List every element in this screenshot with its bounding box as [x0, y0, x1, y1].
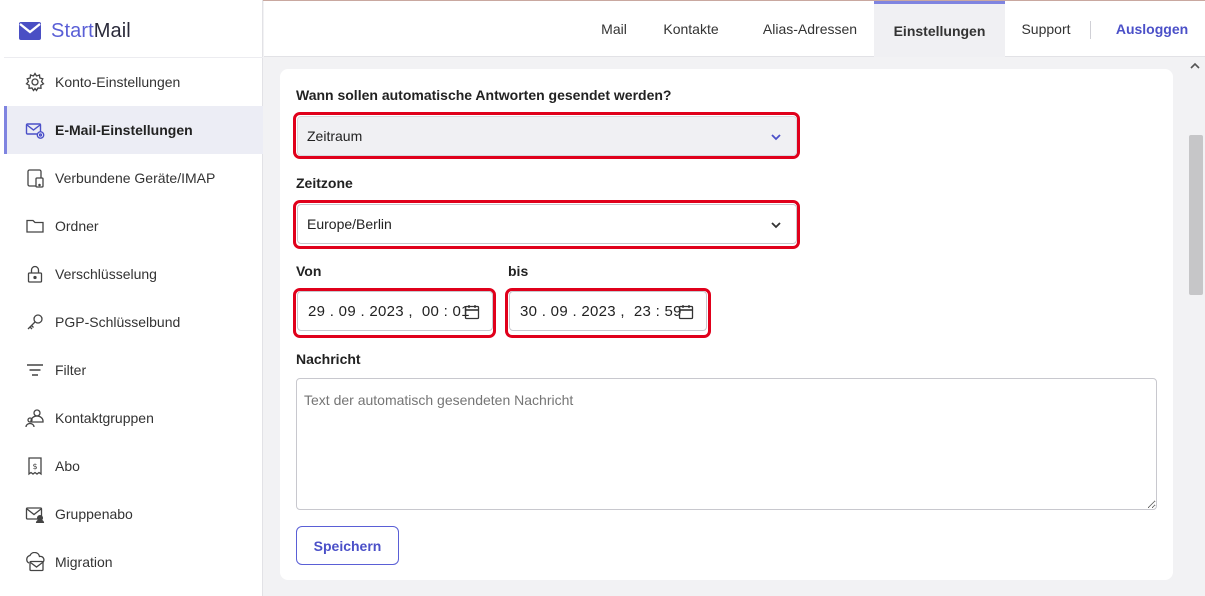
sidebar-item-label: Verschlüsselung — [55, 266, 157, 282]
when-select[interactable]: Zeitraum — [297, 116, 797, 156]
sidebar-item-verschluesselung[interactable]: Verschlüsselung — [4, 250, 263, 298]
sidebar-item-ordner[interactable]: Ordner — [4, 202, 263, 250]
startmail-logo[interactable]: StartMail — [19, 18, 131, 44]
logout-button[interactable]: Ausloggen — [1108, 1, 1196, 57]
tab-label: Support — [1021, 21, 1071, 37]
chevron-down-icon — [771, 222, 781, 229]
logout-label: Ausloggen — [1115, 21, 1189, 37]
filter-icon — [24, 359, 46, 381]
from-datetime-input[interactable]: 29 . 09 . 2023 , 00 : 01 — [297, 291, 493, 331]
svg-text:$: $ — [32, 462, 37, 471]
mail-settings-icon — [24, 119, 46, 141]
envelope-logo-icon — [19, 22, 41, 40]
tab-support[interactable]: Support — [1010, 1, 1082, 57]
sidebar-item-email-einstellungen[interactable]: E-Mail-Einstellungen — [4, 106, 263, 154]
settings-nav: Konto-Einstellungen E-Mail-Einstellungen… — [4, 58, 263, 586]
chevron-up-icon[interactable] — [1189, 61, 1201, 71]
tab-label: Alias-Adressen — [762, 21, 858, 37]
to-datetime-value: 30 . 09 . 2023 , 23 : 59 — [520, 302, 682, 320]
lock-icon — [24, 263, 46, 285]
sidebar-item-label: E-Mail-Einstellungen — [55, 122, 193, 138]
when-label: Wann sollen automatische Antworten gesen… — [296, 87, 672, 103]
folder-icon — [24, 215, 46, 237]
sidebar-item-label: Konto-Einstellungen — [55, 74, 181, 90]
sidebar-item-migration[interactable]: Migration — [4, 538, 263, 586]
save-button-label: Speichern — [313, 537, 382, 554]
tab-alias-adressen[interactable]: Alias-Adressen — [744, 1, 876, 57]
sidebar-item-filter[interactable]: Filter — [4, 346, 263, 394]
sidebar-item-label: PGP-Schlüsselbund — [55, 314, 181, 330]
from-datetime-value: 29 . 09 . 2023 , 00 : 01 — [308, 302, 470, 320]
timezone-select-value: Europe/Berlin — [307, 216, 392, 232]
contact-groups-icon — [24, 407, 46, 429]
calendar-icon[interactable] — [464, 304, 480, 320]
tab-divider — [1090, 21, 1091, 39]
key-icon — [24, 311, 46, 333]
scrollbar-thumb[interactable] — [1189, 135, 1203, 295]
to-label: bis — [508, 263, 529, 279]
tab-einstellungen[interactable]: Einstellungen — [874, 1, 1005, 57]
sidebar-item-label: Gruppenabo — [55, 506, 133, 522]
gear-icon — [24, 71, 46, 93]
devices-icon — [24, 167, 46, 189]
message-label: Nachricht — [296, 351, 361, 367]
sidebar-item-label: Verbundene Geräte/IMAP — [55, 170, 216, 186]
sidebar: StartMail Konto-Einstellungen E-Mail-Ein… — [0, 0, 263, 596]
tab-label: Kontakte — [663, 21, 719, 37]
tab-kontakte[interactable]: Kontakte — [650, 1, 732, 57]
to-datetime-input[interactable]: 30 . 09 . 2023 , 23 : 59 — [509, 291, 707, 331]
sidebar-item-label: Abo — [55, 458, 80, 474]
sidebar-item-label: Kontaktgruppen — [55, 410, 154, 426]
save-button[interactable]: Speichern — [296, 526, 399, 565]
when-select-value: Zeitraum — [307, 128, 363, 144]
sidebar-item-kontaktgruppen[interactable]: Kontaktgruppen — [4, 394, 263, 442]
top-navigation: Mail Kontakte Alias-Adressen Einstellung… — [264, 1, 1205, 57]
tab-mail[interactable]: Mail — [586, 1, 642, 57]
tab-label: Mail — [601, 21, 627, 37]
sidebar-item-konto-einstellungen[interactable]: Konto-Einstellungen — [4, 58, 263, 106]
page-scrollbar[interactable] — [1185, 57, 1205, 596]
group-mail-icon — [24, 503, 46, 525]
sidebar-item-verbundene-geraete[interactable]: Verbundene Geräte/IMAP — [4, 154, 263, 202]
receipt-icon: $ — [24, 455, 46, 477]
sidebar-item-pgp-schluesselbund[interactable]: PGP-Schlüsselbund — [4, 298, 263, 346]
autoresponder-card: Wann sollen automatische Antworten gesen… — [280, 69, 1173, 580]
calendar-icon[interactable] — [678, 304, 694, 320]
sidebar-item-label: Filter — [55, 362, 87, 378]
sidebar-item-gruppenabo[interactable]: Gruppenabo — [4, 490, 263, 538]
message-textarea[interactable] — [296, 378, 1157, 510]
cloud-mail-icon — [24, 551, 46, 573]
timezone-label: Zeitzone — [296, 175, 353, 191]
chevron-down-icon — [771, 134, 781, 141]
brand-name: StartMail — [51, 19, 131, 42]
sidebar-item-label: Ordner — [55, 218, 99, 234]
sidebar-item-abo[interactable]: $ Abo — [4, 442, 263, 490]
sidebar-item-label: Migration — [55, 554, 113, 570]
from-label: Von — [296, 263, 322, 279]
timezone-select[interactable]: Europe/Berlin — [297, 204, 797, 244]
tab-label: Einstellungen — [893, 22, 986, 39]
